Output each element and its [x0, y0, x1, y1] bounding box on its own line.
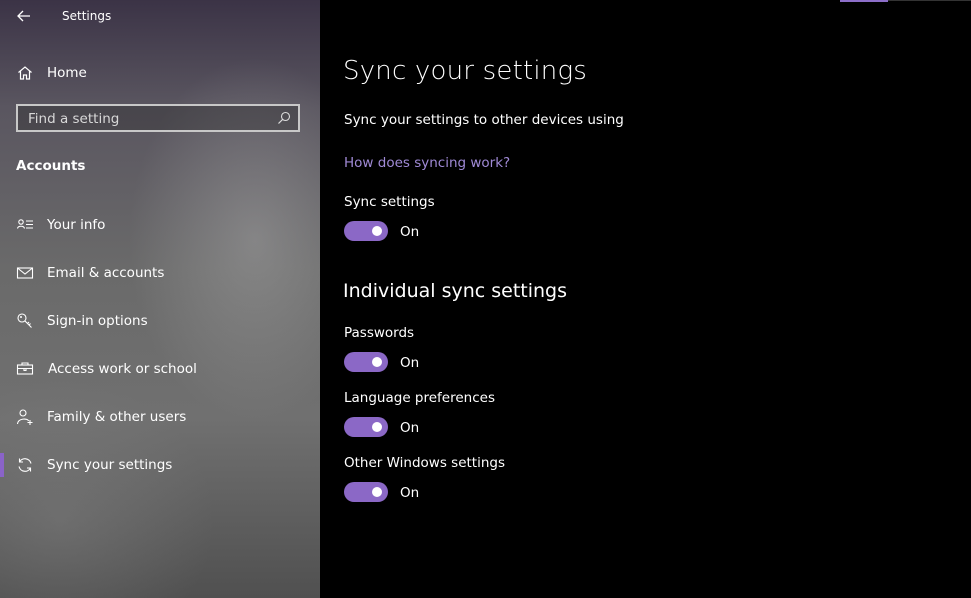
title-bar: Settings	[0, 0, 320, 34]
back-arrow-icon	[17, 10, 30, 22]
sidebar-item-label: Family & other users	[47, 409, 187, 425]
sidebar-item-label: Access work or school	[48, 361, 197, 377]
toggle-knob	[372, 487, 382, 497]
sidebar-item-family-other-users[interactable]: Family & other users	[0, 399, 320, 435]
key-icon	[16, 312, 34, 330]
main-content: Sync your settings Sync your settings to…	[320, 0, 971, 598]
sidebar-item-label: Your info	[47, 217, 106, 233]
home-icon	[16, 64, 34, 82]
search-box[interactable]	[16, 104, 300, 132]
sidebar-item-label: Sync your settings	[47, 457, 173, 473]
title-bar-line	[888, 0, 971, 1]
other-windows-settings-toggle[interactable]	[344, 482, 388, 502]
toggle-knob	[372, 422, 382, 432]
toggle-knob	[372, 226, 382, 236]
toggle-knob	[372, 357, 382, 367]
nav-home[interactable]: Home	[0, 55, 320, 91]
mail-icon	[16, 264, 34, 282]
how-syncing-works-link[interactable]: How does syncing work?	[344, 155, 510, 171]
individual-sync-heading: Individual sync settings	[343, 280, 568, 302]
language-preferences-toggle[interactable]	[344, 417, 388, 437]
sidebar-item-sign-in-options[interactable]: Sign-in options	[0, 303, 320, 339]
section-title: Accounts	[16, 158, 86, 174]
contact-card-icon	[16, 216, 34, 234]
other-windows-settings-label: Other Windows settings	[344, 455, 506, 471]
sidebar-item-email-accounts[interactable]: Email & accounts	[0, 255, 320, 291]
other-windows-settings-state: On	[400, 485, 420, 501]
language-preferences-state: On	[400, 420, 420, 436]
sync-settings-label: Sync settings	[344, 194, 435, 210]
language-preferences-label: Language preferences	[344, 390, 495, 406]
sidebar-item-sync-your-settings[interactable]: Sync your settings	[0, 447, 320, 483]
search-icon[interactable]	[276, 110, 292, 126]
sidebar-item-your-info[interactable]: Your info	[0, 207, 320, 243]
sync-settings-state: On	[400, 224, 420, 240]
passwords-toggle[interactable]	[344, 352, 388, 372]
sidebar-item-label: Sign-in options	[47, 313, 148, 329]
sync-icon	[16, 456, 34, 474]
passwords-state: On	[400, 355, 420, 371]
sidebar-item-access-work-school[interactable]: Access work or school	[0, 351, 320, 387]
sidebar: Settings Home Accounts Your info	[0, 0, 320, 598]
page-description: Sync your settings to other devices usin…	[344, 112, 624, 128]
search-input[interactable]	[18, 106, 280, 132]
nav-home-label: Home	[47, 65, 87, 81]
back-button[interactable]	[13, 6, 35, 26]
title-bar-accent	[840, 0, 888, 2]
person-add-icon	[16, 408, 34, 426]
sidebar-item-label: Email & accounts	[47, 265, 165, 281]
page-title: Sync your settings	[343, 56, 588, 86]
sync-settings-toggle[interactable]	[344, 221, 388, 241]
passwords-label: Passwords	[344, 325, 415, 341]
app-title: Settings	[62, 9, 112, 23]
briefcase-icon	[16, 360, 34, 378]
